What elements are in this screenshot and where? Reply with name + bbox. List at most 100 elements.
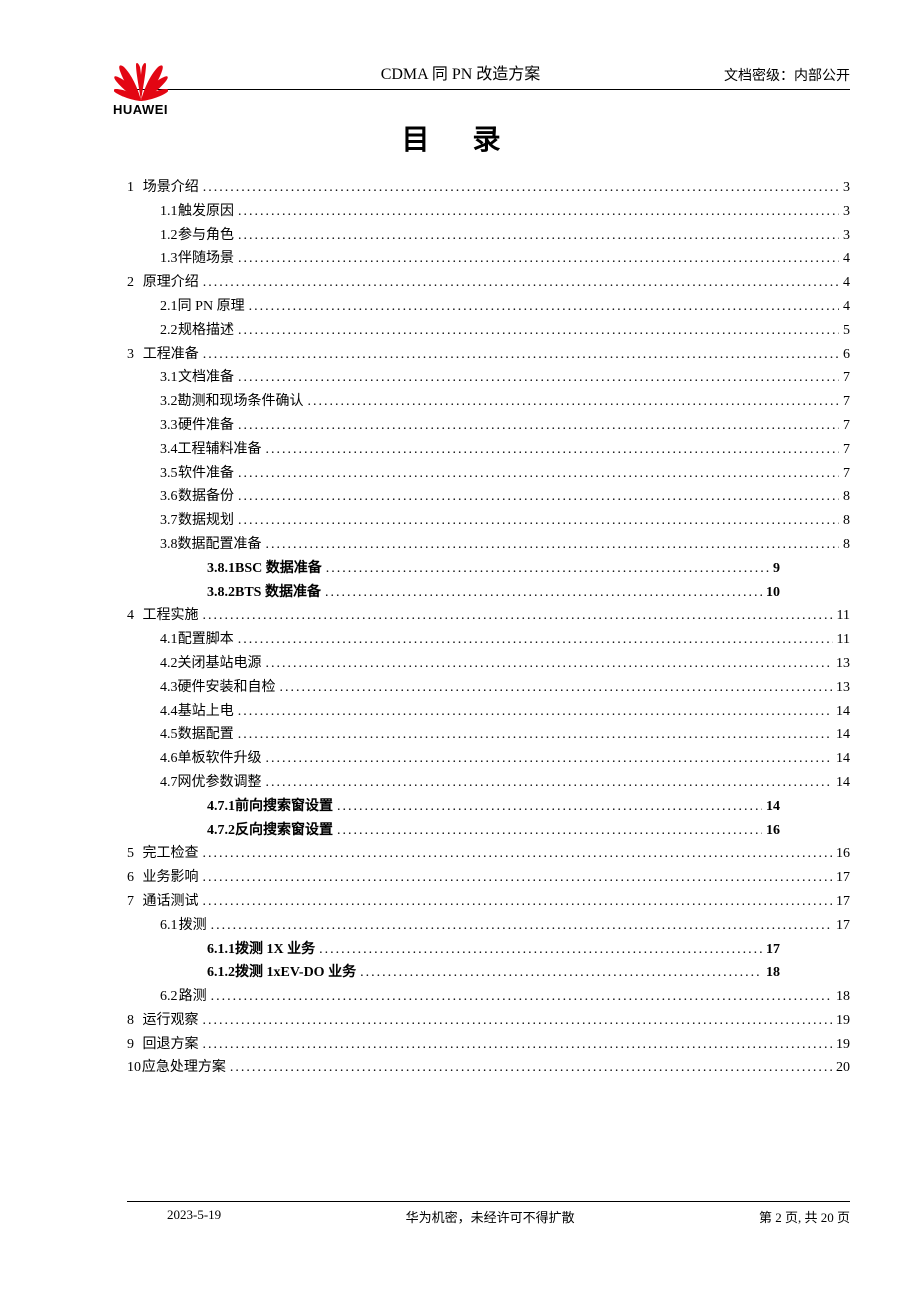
toc-leader [319, 938, 762, 962]
toc-page: 19 [836, 1033, 850, 1057]
toc-number: 8 [127, 1009, 143, 1033]
toc-leader [238, 224, 839, 248]
toc-leader [238, 247, 839, 271]
toc-number: 4.7.1 [207, 795, 235, 819]
toc-page: 17 [836, 890, 850, 914]
footer: 2023-5-19 华为机密，未经许可不得扩散 第 2 页, 共 20 页 [127, 1207, 850, 1226]
toc-page: 3 [843, 224, 850, 248]
toc-heading: 目 录 [70, 118, 850, 158]
toc-entry[interactable]: 6.1拨测17 [127, 914, 850, 938]
toc-entry[interactable]: 4.2关闭基站电源13 [127, 652, 850, 676]
toc-entry[interactable]: 1.2参与角色3 [127, 224, 850, 248]
toc-entry[interactable]: 6业务影响17 [127, 866, 850, 890]
toc-title: 场景介绍 [143, 176, 199, 200]
toc-page: 8 [843, 485, 850, 509]
toc-title: 通话测试 [143, 890, 199, 914]
toc-leader [238, 509, 839, 533]
toc-entry[interactable]: 4.7.1前向搜索窗设置14 [127, 795, 850, 819]
toc-entry[interactable]: 4.5数据配置14 [127, 723, 850, 747]
toc-number: 7 [127, 890, 143, 914]
toc-leader [266, 747, 833, 771]
toc-entry[interactable]: 4.7网优参数调整14 [127, 771, 850, 795]
toc-page: 4 [843, 295, 850, 319]
toc-entry[interactable]: 7通话测试 17 [127, 890, 850, 914]
toc-entry[interactable]: 1.1触发原因3 [127, 200, 850, 224]
toc-leader [266, 771, 833, 795]
toc-entry[interactable]: 1场景介绍3 [127, 176, 850, 200]
toc-number: 3.3 [160, 414, 178, 438]
toc-entry[interactable]: 3.1文档准备7 [127, 366, 850, 390]
toc-number: 3.2 [160, 390, 178, 414]
toc-entry[interactable]: 3.5软件准备7 [127, 462, 850, 486]
toc-entry[interactable]: 3.3硬件准备7 [127, 414, 850, 438]
toc-title: 业务影响 [143, 866, 199, 890]
toc-leader [203, 1009, 832, 1033]
toc-title: BSC 数据准备 [235, 557, 322, 581]
toc-number: 3.5 [160, 462, 178, 486]
toc-title: 文档准备 [178, 366, 234, 390]
toc-leader [325, 581, 762, 605]
toc-leader [238, 628, 833, 652]
toc-page: 16 [836, 842, 850, 866]
toc-page: 19 [836, 1009, 850, 1033]
toc-leader [337, 795, 762, 819]
toc-number: 2 [127, 271, 143, 295]
toc-title: 基站上电 [178, 700, 234, 724]
logo-text: HUAWEI [113, 102, 168, 117]
toc-entry[interactable]: 4.4基站上电14 [127, 700, 850, 724]
toc-number: 1.3 [160, 247, 178, 271]
toc-entry[interactable]: 3工程准备6 [127, 343, 850, 367]
toc-entry[interactable]: 1.3伴随场景4 [127, 247, 850, 271]
toc-title: 工程准备 [143, 343, 199, 367]
toc-entry[interactable]: 4.6单板软件升级14 [127, 747, 850, 771]
toc-entry[interactable]: 3.8.1BSC 数据准备9 [127, 557, 850, 581]
toc-page: 7 [843, 462, 850, 486]
toc-entry[interactable]: 3.7数据规划8 [127, 509, 850, 533]
toc-entry[interactable]: 6.1.2拨测 1xEV-DO 业务18 [127, 961, 850, 985]
toc-title: 硬件准备 [178, 414, 234, 438]
toc-title: 原理介绍 [143, 271, 199, 295]
huawei-petal-icon [114, 63, 168, 101]
toc-title: 关闭基站电源 [178, 652, 262, 676]
toc-title: 回退方案 [143, 1033, 199, 1057]
toc-entry[interactable]: 5完工检查16 [127, 842, 850, 866]
toc-title: 拨测 1xEV-DO 业务 [235, 961, 356, 985]
toc-entry[interactable]: 4工程实施11 [127, 604, 850, 628]
toc-number: 3 [127, 343, 143, 367]
toc-title: 拨测 1X 业务 [235, 938, 315, 962]
toc-entry[interactable]: 3.8数据配置准备8 [127, 533, 850, 557]
toc-entry[interactable]: 3.6数据备份8 [127, 485, 850, 509]
toc-leader [203, 343, 839, 367]
toc-title: 勘测和现场条件确认 [178, 390, 304, 414]
toc-page: 13 [836, 652, 850, 676]
toc-leader [203, 866, 832, 890]
toc-page: 9 [773, 557, 780, 581]
toc-entry[interactable]: 2原理介绍4 [127, 271, 850, 295]
toc-entry[interactable]: 4.1配置脚本11 [127, 628, 850, 652]
toc-entry[interactable]: 3.4工程辅料准备7 [127, 438, 850, 462]
toc-entry[interactable]: 9回退方案19 [127, 1033, 850, 1057]
toc-entry[interactable]: 10应急处理方案20 [127, 1056, 850, 1080]
toc-entry[interactable]: 3.2勘测和现场条件确认7 [127, 390, 850, 414]
toc-entry[interactable]: 4.7.2反向搜索窗设置16 [127, 819, 850, 843]
toc-leader [249, 295, 839, 319]
toc-number: 4.7 [160, 771, 178, 795]
toc-number: 3.1 [160, 366, 178, 390]
footer-center: 华为机密，未经许可不得扩散 [406, 1207, 575, 1226]
toc-entry[interactable]: 4.3硬件安装和自检13 [127, 676, 850, 700]
toc-entry[interactable]: 8运行观察19 [127, 1009, 850, 1033]
toc-page: 7 [843, 438, 850, 462]
toc-leader [238, 723, 832, 747]
toc-entry[interactable]: 2.2规格描述5 [127, 319, 850, 343]
toc-title: 拨测 [179, 914, 207, 938]
toc-entry[interactable]: 6.2路测18 [127, 985, 850, 1009]
toc-page: 8 [843, 533, 850, 557]
toc-entry[interactable]: 6.1.1拨测 1X 业务17 [127, 938, 850, 962]
table-of-contents: 1场景介绍31.1触发原因31.2参与角色31.3伴随场景42原理介绍42.1同… [127, 176, 850, 1080]
toc-leader [308, 390, 840, 414]
toc-title: 参与角色 [178, 224, 234, 248]
toc-entry[interactable]: 2.1同 PN 原理4 [127, 295, 850, 319]
toc-entry[interactable]: 3.8.2BTS 数据准备10 [127, 581, 850, 605]
toc-number: 2.2 [160, 319, 178, 343]
toc-title: 数据备份 [178, 485, 234, 509]
